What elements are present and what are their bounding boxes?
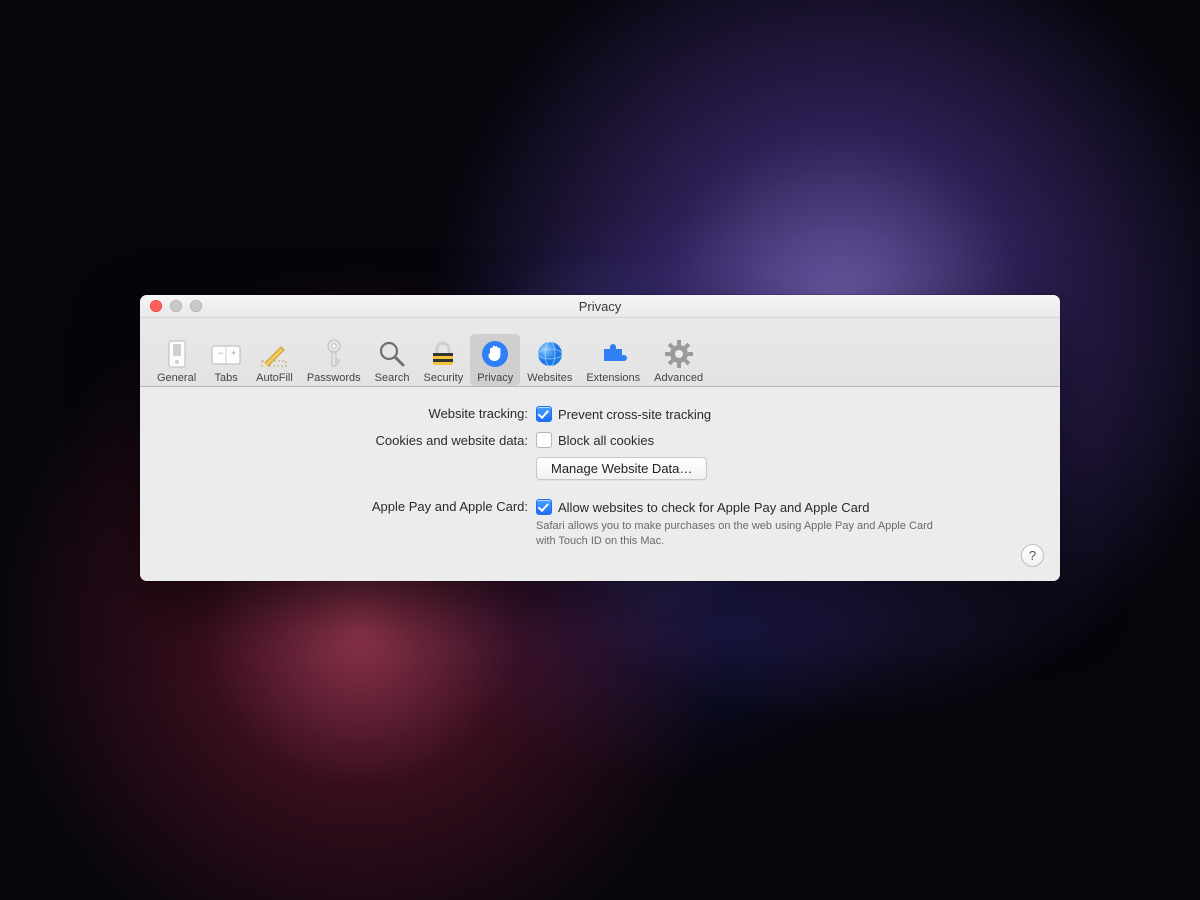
tabs-icon: − + — [210, 338, 242, 370]
zoom-button[interactable] — [190, 300, 202, 312]
tab-security[interactable]: Security — [416, 334, 470, 386]
window-title: Privacy — [140, 299, 1060, 314]
lock-icon — [427, 338, 459, 370]
checkbox-label: Block all cookies — [558, 433, 654, 448]
window-controls — [140, 300, 202, 312]
puzzle-icon — [597, 338, 629, 370]
tab-label: Privacy — [477, 372, 513, 384]
tab-autofill[interactable]: AutoFill — [249, 334, 300, 386]
checkbox-allow-apple-pay-check[interactable]: Allow websites to check for Apple Pay an… — [536, 499, 869, 515]
preferences-window: Privacy General − — [140, 295, 1060, 581]
checkbox-prevent-cross-site-tracking[interactable]: Prevent cross-site tracking — [536, 406, 711, 422]
hand-icon — [479, 338, 511, 370]
globe-icon — [534, 338, 566, 370]
row-website-tracking: Website tracking: Prevent cross-site tra… — [168, 405, 1032, 422]
tab-label: Extensions — [586, 372, 640, 384]
tab-tabs[interactable]: − + Tabs — [203, 334, 249, 386]
tab-passwords[interactable]: Passwords — [300, 334, 368, 386]
svg-text:+: + — [231, 348, 236, 358]
preferences-toolbar: General − + Tabs — [140, 318, 1060, 387]
key-icon — [318, 338, 350, 370]
help-icon: ? — [1029, 548, 1036, 563]
tab-label: AutoFill — [256, 372, 293, 384]
tab-search[interactable]: Search — [368, 334, 417, 386]
tab-label: Tabs — [215, 372, 238, 384]
tab-label: Websites — [527, 372, 572, 384]
checkbox-icon — [536, 432, 552, 448]
checkbox-block-all-cookies[interactable]: Block all cookies — [536, 432, 654, 448]
minimize-button[interactable] — [170, 300, 182, 312]
label-cookies: Cookies and website data: — [168, 432, 536, 448]
checkbox-label: Allow websites to check for Apple Pay an… — [558, 500, 869, 515]
svg-text:−: − — [218, 348, 223, 358]
checkbox-icon — [536, 499, 552, 515]
tab-advanced[interactable]: Advanced — [647, 334, 710, 386]
tab-general[interactable]: General — [150, 334, 203, 386]
tab-label: Advanced — [654, 372, 703, 384]
checkbox-label: Prevent cross-site tracking — [558, 407, 711, 422]
pencil-icon — [258, 338, 290, 370]
label-apple-pay: Apple Pay and Apple Card: — [168, 498, 536, 514]
gear-icon — [663, 338, 695, 370]
tab-extensions[interactable]: Extensions — [579, 334, 647, 386]
desktop-wallpaper: Privacy General − — [0, 0, 1200, 900]
tab-privacy[interactable]: Privacy — [470, 334, 520, 386]
tab-label: Search — [375, 372, 410, 384]
tab-label: Passwords — [307, 372, 361, 384]
magnifier-icon — [376, 338, 408, 370]
close-button[interactable] — [150, 300, 162, 312]
switch-icon — [161, 338, 193, 370]
row-apple-pay: Apple Pay and Apple Card: Allow websites… — [168, 498, 1032, 549]
content-pane: Website tracking: Prevent cross-site tra… — [140, 387, 1060, 581]
tab-label: General — [157, 372, 196, 384]
titlebar[interactable]: Privacy — [140, 295, 1060, 318]
row-cookies: Cookies and website data: Block all cook… — [168, 432, 1032, 480]
help-button[interactable]: ? — [1021, 544, 1044, 567]
tab-websites[interactable]: Websites — [520, 334, 579, 386]
manage-website-data-button[interactable]: Manage Website Data… — [536, 457, 707, 480]
tab-label: Security — [423, 372, 463, 384]
apple-pay-description: Safari allows you to make purchases on t… — [536, 519, 946, 549]
checkbox-icon — [536, 406, 552, 422]
label-website-tracking: Website tracking: — [168, 405, 536, 421]
